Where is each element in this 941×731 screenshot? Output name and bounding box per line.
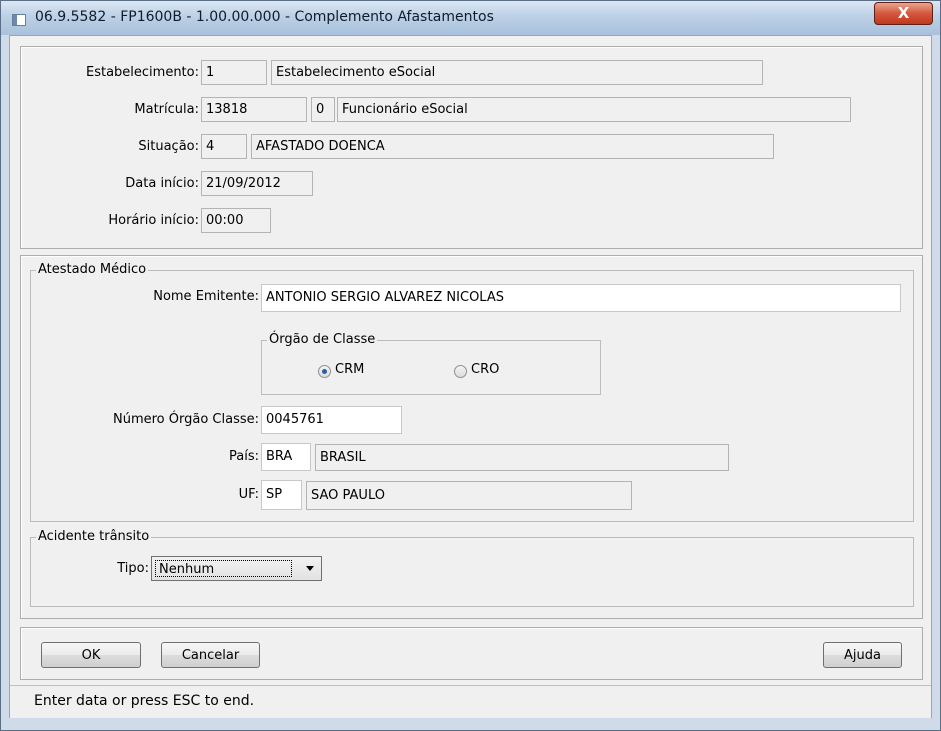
horario-inicio-label: Horário início: (108, 213, 199, 228)
tipo-label: Tipo: (117, 561, 149, 576)
matricula-number-field[interactable]: 13818 (201, 97, 307, 122)
orgao-classe-legend: Órgão de Classe (267, 332, 378, 347)
acidente-transito-legend: Acidente trânsito (36, 529, 152, 544)
pais-label: País: (229, 449, 259, 464)
uf-code-field[interactable]: SP (261, 480, 302, 510)
header-panel: Estabelecimento: 1 Estabelecimento eSoci… (20, 46, 923, 249)
cancel-button[interactable]: Cancelar (161, 642, 260, 668)
data-inicio-field[interactable]: 21/09/2012 (201, 171, 313, 196)
estabelecimento-code-field[interactable]: 1 (201, 60, 267, 85)
horario-inicio-field[interactable]: 00:00 (201, 208, 271, 233)
window-icon[interactable] (12, 14, 26, 26)
help-button[interactable]: Ajuda (823, 642, 902, 668)
crm-label[interactable]: CRM (335, 362, 364, 377)
estabelecimento-label: Estabelecimento: (85, 65, 199, 80)
tipo-select-value: Nenhum (155, 560, 292, 577)
atestado-medico-group: Atestado Médico Nome Emitente: ANTONIO S… (30, 262, 914, 522)
close-icon: X (897, 4, 910, 22)
ok-button[interactable]: OK (41, 642, 141, 668)
numero-orgao-field[interactable]: 0045761 (261, 406, 402, 434)
button-bar: OK Cancelar Ajuda (20, 627, 923, 680)
matricula-digit-field: 0 (311, 97, 335, 122)
uf-name-field: SAO PAULO (306, 481, 632, 510)
status-bar: Enter data or press ESC to end. (10, 685, 931, 718)
pais-name-field: BRASIL (315, 444, 729, 471)
status-text: Enter data or press ESC to end. (34, 693, 255, 709)
chevron-down-icon[interactable] (306, 566, 314, 571)
cro-radio[interactable] (454, 365, 467, 378)
situacao-desc-field: AFASTADO DOENCA (251, 134, 774, 159)
close-button[interactable]: X (874, 2, 933, 25)
dialog-window: 06.9.5582 - FP1600B - 1.00.00.000 - Comp… (0, 0, 941, 731)
acidente-transito-group: Acidente trânsito Tipo: Nenhum (30, 529, 914, 607)
dialog-client: Estabelecimento: 1 Estabelecimento eSoci… (9, 35, 932, 718)
matricula-name-field: Funcionário eSocial (337, 97, 851, 122)
data-inicio-label: Data início: (125, 176, 199, 191)
orgao-classe-group: Órgão de Classe CRM CRO (261, 332, 601, 395)
estabelecimento-name-field: Estabelecimento eSocial (271, 60, 763, 85)
cro-label[interactable]: CRO (471, 362, 499, 377)
window-title: 06.9.5582 - FP1600B - 1.00.00.000 - Comp… (35, 9, 494, 25)
nome-emitente-field[interactable]: ANTONIO SERGIO ALVAREZ NICOLAS (261, 284, 901, 312)
numero-orgao-label: Número Órgão Classe: (112, 412, 259, 427)
details-panel: Atestado Médico Nome Emitente: ANTONIO S… (20, 255, 923, 619)
pais-code-field[interactable]: BRA (261, 443, 311, 471)
atestado-medico-legend: Atestado Médico (36, 262, 149, 277)
matricula-label: Matrícula: (134, 102, 199, 117)
uf-label: UF: (238, 487, 259, 502)
situacao-label: Situação: (138, 139, 199, 154)
nome-emitente-label: Nome Emitente: (153, 289, 259, 304)
tipo-select[interactable]: Nenhum (151, 556, 322, 581)
title-bar[interactable]: 06.9.5582 - FP1600B - 1.00.00.000 - Comp… (1, 1, 940, 35)
crm-radio[interactable] (318, 365, 331, 378)
situacao-code-field[interactable]: 4 (201, 134, 247, 159)
